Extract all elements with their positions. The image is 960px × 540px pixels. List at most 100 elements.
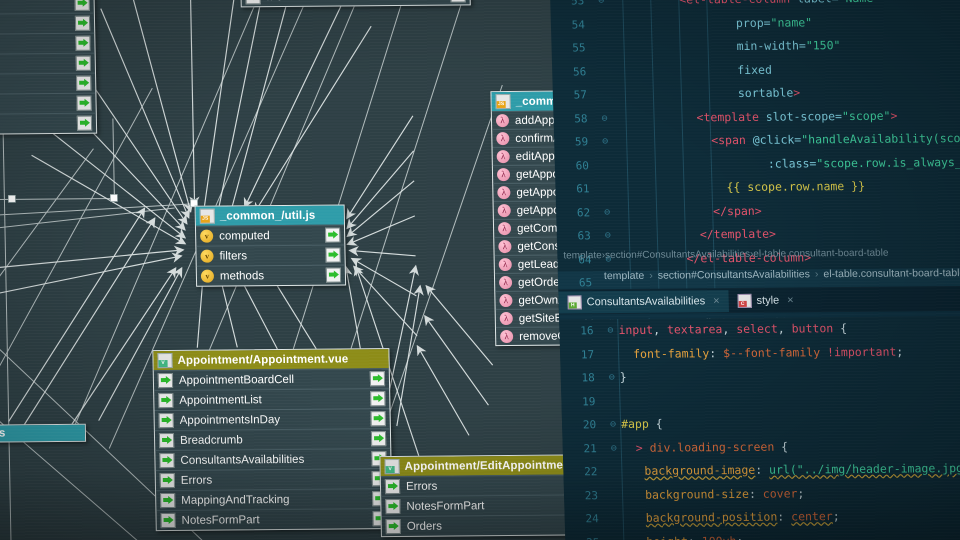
code-line[interactable]: 60 :class="scope.row.is_always_available… bbox=[555, 150, 960, 177]
line-number: 56 bbox=[552, 60, 596, 84]
list-item-label: tantsAutocomplete bbox=[0, 0, 69, 11]
export-icon[interactable] bbox=[325, 248, 340, 263]
list-item[interactable]: MappingAndTracking bbox=[156, 488, 391, 510]
line-number: 17 bbox=[560, 343, 604, 367]
import-icon[interactable] bbox=[76, 56, 91, 71]
fold-icon[interactable]: ⊖ bbox=[596, 107, 613, 131]
code-line[interactable]: 20 ⊖ #app { bbox=[562, 410, 960, 437]
import-icon bbox=[159, 433, 174, 448]
import-icon[interactable] bbox=[370, 371, 385, 386]
import-icon[interactable] bbox=[75, 36, 90, 51]
import-icon[interactable] bbox=[77, 116, 92, 131]
close-icon[interactable]: × bbox=[787, 294, 794, 306]
function-icon: λ bbox=[499, 258, 512, 271]
node-header[interactable]: common_/Errors.js bbox=[0, 425, 85, 443]
code-line[interactable]: 17 font-family: $--font-family !importan… bbox=[560, 339, 960, 366]
function-icon: λ bbox=[500, 330, 513, 343]
vue-file-icon: V bbox=[157, 353, 172, 368]
list-item[interactable]: NotesFormPart bbox=[156, 508, 391, 530]
list-item-label: NotesFormPart bbox=[406, 499, 586, 513]
breadcrumb-item: section#ConsultantsAvailabilities bbox=[658, 268, 811, 281]
code-editor-window[interactable]: 53 ⊖ <el-table-column label="Name" 54 pr… bbox=[550, 0, 960, 540]
code-line[interactable]: 56 fixed bbox=[552, 56, 960, 83]
list-item[interactable]: s bbox=[0, 113, 96, 135]
breadcrumb[interactable]: template›section#ConsultantsAvailabiliti… bbox=[604, 261, 960, 287]
editor-tab-strip[interactable]: H ConsultantsAvailabilities × C style × bbox=[558, 286, 960, 315]
function-icon: λ bbox=[498, 222, 511, 235]
fold-icon[interactable]: ⊖ bbox=[593, 0, 610, 13]
list-item[interactable]: AppointmentBoardCell bbox=[154, 368, 389, 390]
import-icon[interactable] bbox=[75, 16, 90, 31]
code-line[interactable]: 54 prop="name" bbox=[551, 9, 960, 36]
function-icon: λ bbox=[496, 132, 509, 145]
list-item-label: tions bbox=[0, 97, 71, 111]
list-item-label: moment bbox=[266, 0, 444, 3]
close-icon[interactable]: × bbox=[713, 295, 720, 307]
diagram-node-appointment-vue[interactable]: V Appointment/Appointment.vue Appointmen… bbox=[152, 348, 392, 531]
list-item[interactable]: moment bbox=[241, 0, 469, 6]
function-icon: λ bbox=[497, 168, 510, 181]
node-header-label: Appointment/Appointment.vue bbox=[177, 353, 348, 366]
list-item[interactable]: v filters bbox=[196, 244, 344, 265]
code-line[interactable]: 21 ⊖ > div.loading-screen { bbox=[562, 433, 960, 460]
diagram-node-common-errors[interactable]: common_/Errors.js bbox=[0, 424, 86, 444]
list-item[interactable]: tions bbox=[0, 93, 96, 115]
function-icon: λ bbox=[499, 276, 512, 289]
code-line[interactable]: 59 ⊖ <span @click="handleAvailability(sc… bbox=[554, 127, 960, 154]
code-line[interactable]: 62 ⊖ </span> bbox=[556, 197, 960, 224]
function-icon: λ bbox=[498, 204, 511, 217]
code-line[interactable]: 61 {{ scope.row.name }} bbox=[555, 174, 960, 201]
list-item[interactable]: AppointmentsInDay bbox=[154, 408, 389, 430]
node-header-label: _common_/util.js bbox=[220, 209, 316, 222]
list-item-label: Orders bbox=[407, 519, 587, 533]
list-item[interactable]: Breadcrumb bbox=[155, 428, 390, 450]
fold-icon[interactable]: ⊖ bbox=[597, 130, 614, 154]
list-item[interactable]: v computed bbox=[196, 224, 344, 245]
list-item[interactable]: entsAutocomplete bbox=[0, 73, 95, 95]
diagram-node-common-util[interactable]: JS _common_/util.js v computed v filters… bbox=[195, 204, 347, 286]
line-number: 61 bbox=[555, 177, 599, 201]
list-item-label: Breadcrumb bbox=[180, 433, 365, 447]
import-icon[interactable] bbox=[371, 431, 386, 446]
vue-property-icon: v bbox=[200, 230, 213, 243]
export-icon[interactable] bbox=[326, 267, 341, 282]
breadcrumb-item: template bbox=[604, 270, 645, 282]
code-line[interactable]: 18 ⊖ } bbox=[560, 363, 960, 390]
node-header[interactable]: V Appointment/Appointment.vue bbox=[153, 349, 388, 370]
import-icon[interactable] bbox=[76, 96, 91, 111]
import-icon[interactable] bbox=[450, 0, 465, 3]
list-item[interactable]: s bbox=[0, 33, 95, 55]
line-number: 57 bbox=[553, 83, 597, 107]
list-item[interactable]: tocomplete bbox=[0, 53, 95, 75]
code-line[interactable]: 19 bbox=[561, 386, 960, 413]
list-item[interactable]: v methods bbox=[197, 264, 345, 285]
list-item[interactable]: AppointmentList bbox=[154, 388, 389, 410]
list-item-label: AppointmentList bbox=[179, 393, 364, 407]
line-number: 20 bbox=[562, 413, 606, 437]
fold-icon[interactable]: ⊖ bbox=[599, 201, 616, 225]
vue-file-icon: H bbox=[567, 295, 581, 309]
editor-bottom-pane[interactable]: 16 ⊖ input, textarea, select, button { 1… bbox=[559, 316, 960, 540]
vue-property-icon: v bbox=[201, 270, 214, 283]
fold-icon bbox=[595, 60, 612, 84]
list-item[interactable]: Errors bbox=[156, 468, 391, 490]
tab-consultants-availabilities[interactable]: H ConsultantsAvailabilities × bbox=[558, 290, 728, 313]
diagram-node-left-partial[interactable]: V ntment ntmentStatusList tantsAutocompl… bbox=[0, 0, 97, 136]
list-item-label: entsAutocomplete bbox=[0, 77, 70, 91]
fold-icon[interactable]: ⊖ bbox=[600, 224, 617, 248]
list-item[interactable]: ConsultantsAvailabilities bbox=[155, 448, 390, 470]
tab-style[interactable]: C style × bbox=[728, 289, 803, 312]
fold-icon bbox=[598, 177, 615, 201]
import-icon[interactable] bbox=[371, 411, 386, 426]
import-icon[interactable] bbox=[76, 76, 91, 91]
code-line[interactable]: 55 min-width="150" bbox=[551, 33, 960, 60]
node-header[interactable]: JS _common_/util.js bbox=[196, 205, 344, 225]
export-icon[interactable] bbox=[325, 228, 340, 243]
code-line[interactable]: 16 ⊖ input, textarea, select, button { bbox=[559, 316, 960, 343]
code-line[interactable]: 58 ⊖ <template slot-scope="scope"> bbox=[553, 103, 960, 130]
import-icon[interactable] bbox=[370, 391, 385, 406]
import-icon[interactable] bbox=[75, 0, 90, 11]
line-number: 62 bbox=[556, 201, 600, 225]
code-line[interactable]: 57 sortable> bbox=[553, 80, 960, 107]
list-item[interactable]: Autocomplete bbox=[0, 13, 94, 35]
